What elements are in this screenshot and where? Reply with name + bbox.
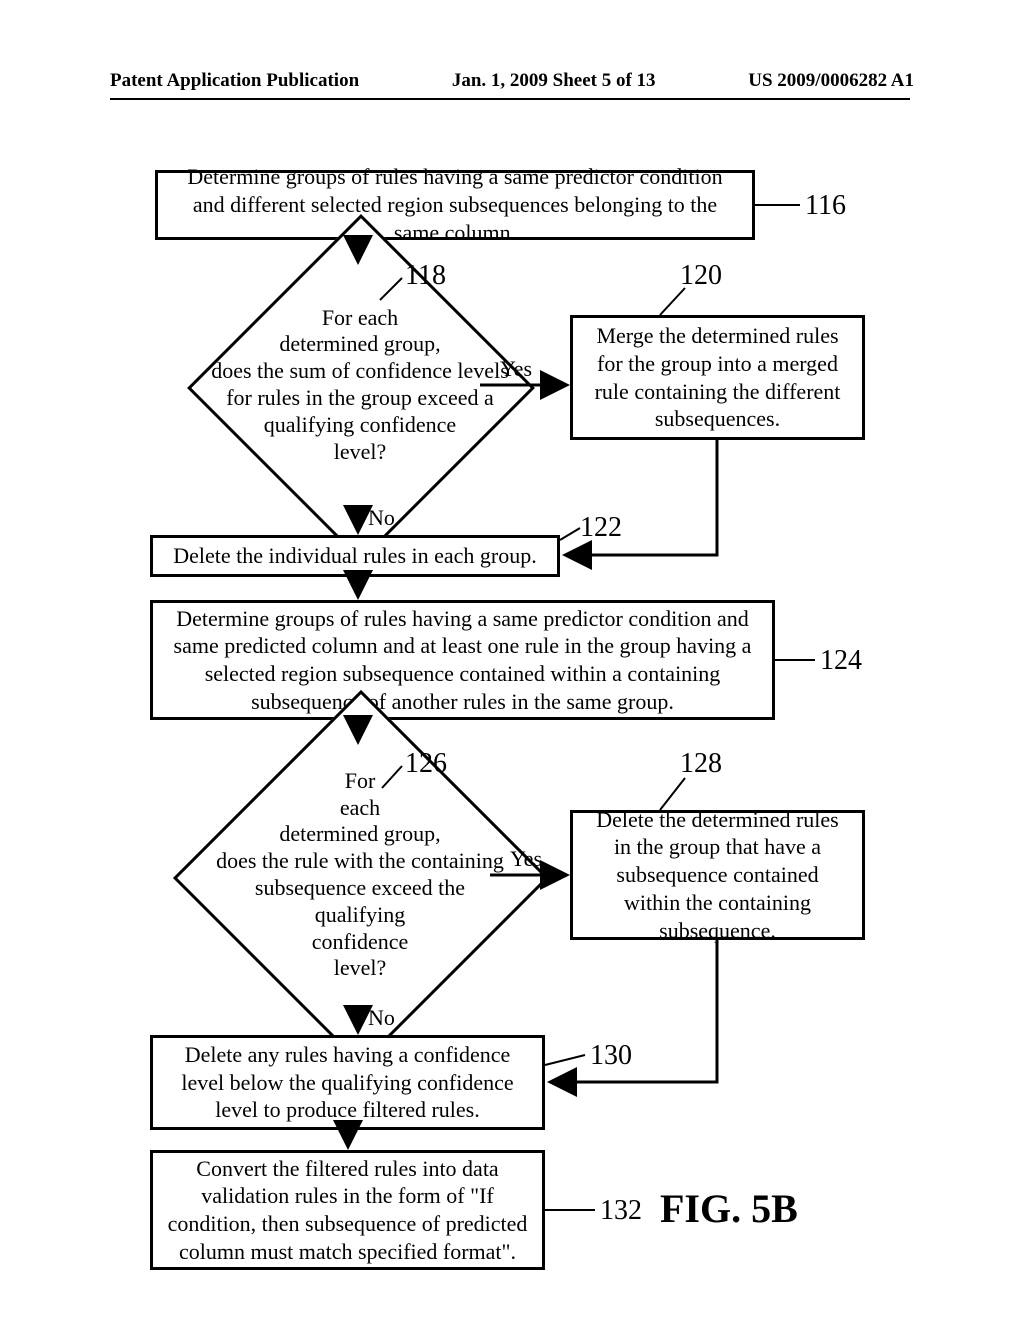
step-text-128: Delete the determined rules in the group… bbox=[587, 806, 848, 945]
step-text-132: Convert the filtered rules into data val… bbox=[167, 1155, 528, 1266]
ref-num-130: 130 bbox=[590, 1040, 632, 1072]
header-right: US 2009/0006282 A1 bbox=[748, 70, 914, 92]
ref-num-116: 116 bbox=[805, 190, 846, 222]
step-box-120: Merge the determined rules for the group… bbox=[570, 315, 865, 440]
header-center: Jan. 1, 2009 Sheet 5 of 13 bbox=[452, 70, 656, 92]
step-text-122: Delete the individual rules in each grou… bbox=[173, 542, 537, 570]
step-box-130: Delete any rules having a confidence lev… bbox=[150, 1035, 545, 1130]
step-text-130: Delete any rules having a confidence lev… bbox=[167, 1041, 528, 1124]
step-box-116: Determine groups of rules having a same … bbox=[155, 170, 755, 240]
decision-text-118: For each determined group, does the sum … bbox=[180, 260, 540, 510]
step-text-124: Determine groups of rules having a same … bbox=[167, 605, 758, 716]
figure-label: FIG. 5B bbox=[660, 1185, 798, 1232]
step-box-132: Convert the filtered rules into data val… bbox=[150, 1150, 545, 1270]
page: Patent Application Publication Jan. 1, 2… bbox=[0, 0, 1024, 1320]
header-left: Patent Application Publication bbox=[110, 70, 359, 92]
page-header: Patent Application Publication Jan. 1, 2… bbox=[0, 70, 1024, 92]
ref-num-128: 128 bbox=[680, 748, 722, 780]
ref-num-120: 120 bbox=[680, 260, 722, 292]
step-text-116: Determine groups of rules having a same … bbox=[172, 163, 738, 246]
step-box-124: Determine groups of rules having a same … bbox=[150, 600, 775, 720]
step-box-122: Delete the individual rules in each grou… bbox=[150, 535, 560, 577]
step-box-128: Delete the determined rules in the group… bbox=[570, 810, 865, 940]
ref-num-132: 132 bbox=[600, 1195, 642, 1227]
step-text-120: Merge the determined rules for the group… bbox=[587, 322, 848, 433]
header-rule bbox=[110, 98, 910, 100]
decision-text-126: For each determined group, does the rule… bbox=[175, 740, 545, 1010]
ref-num-122: 122 bbox=[580, 512, 622, 544]
ref-num-124: 124 bbox=[820, 645, 862, 677]
